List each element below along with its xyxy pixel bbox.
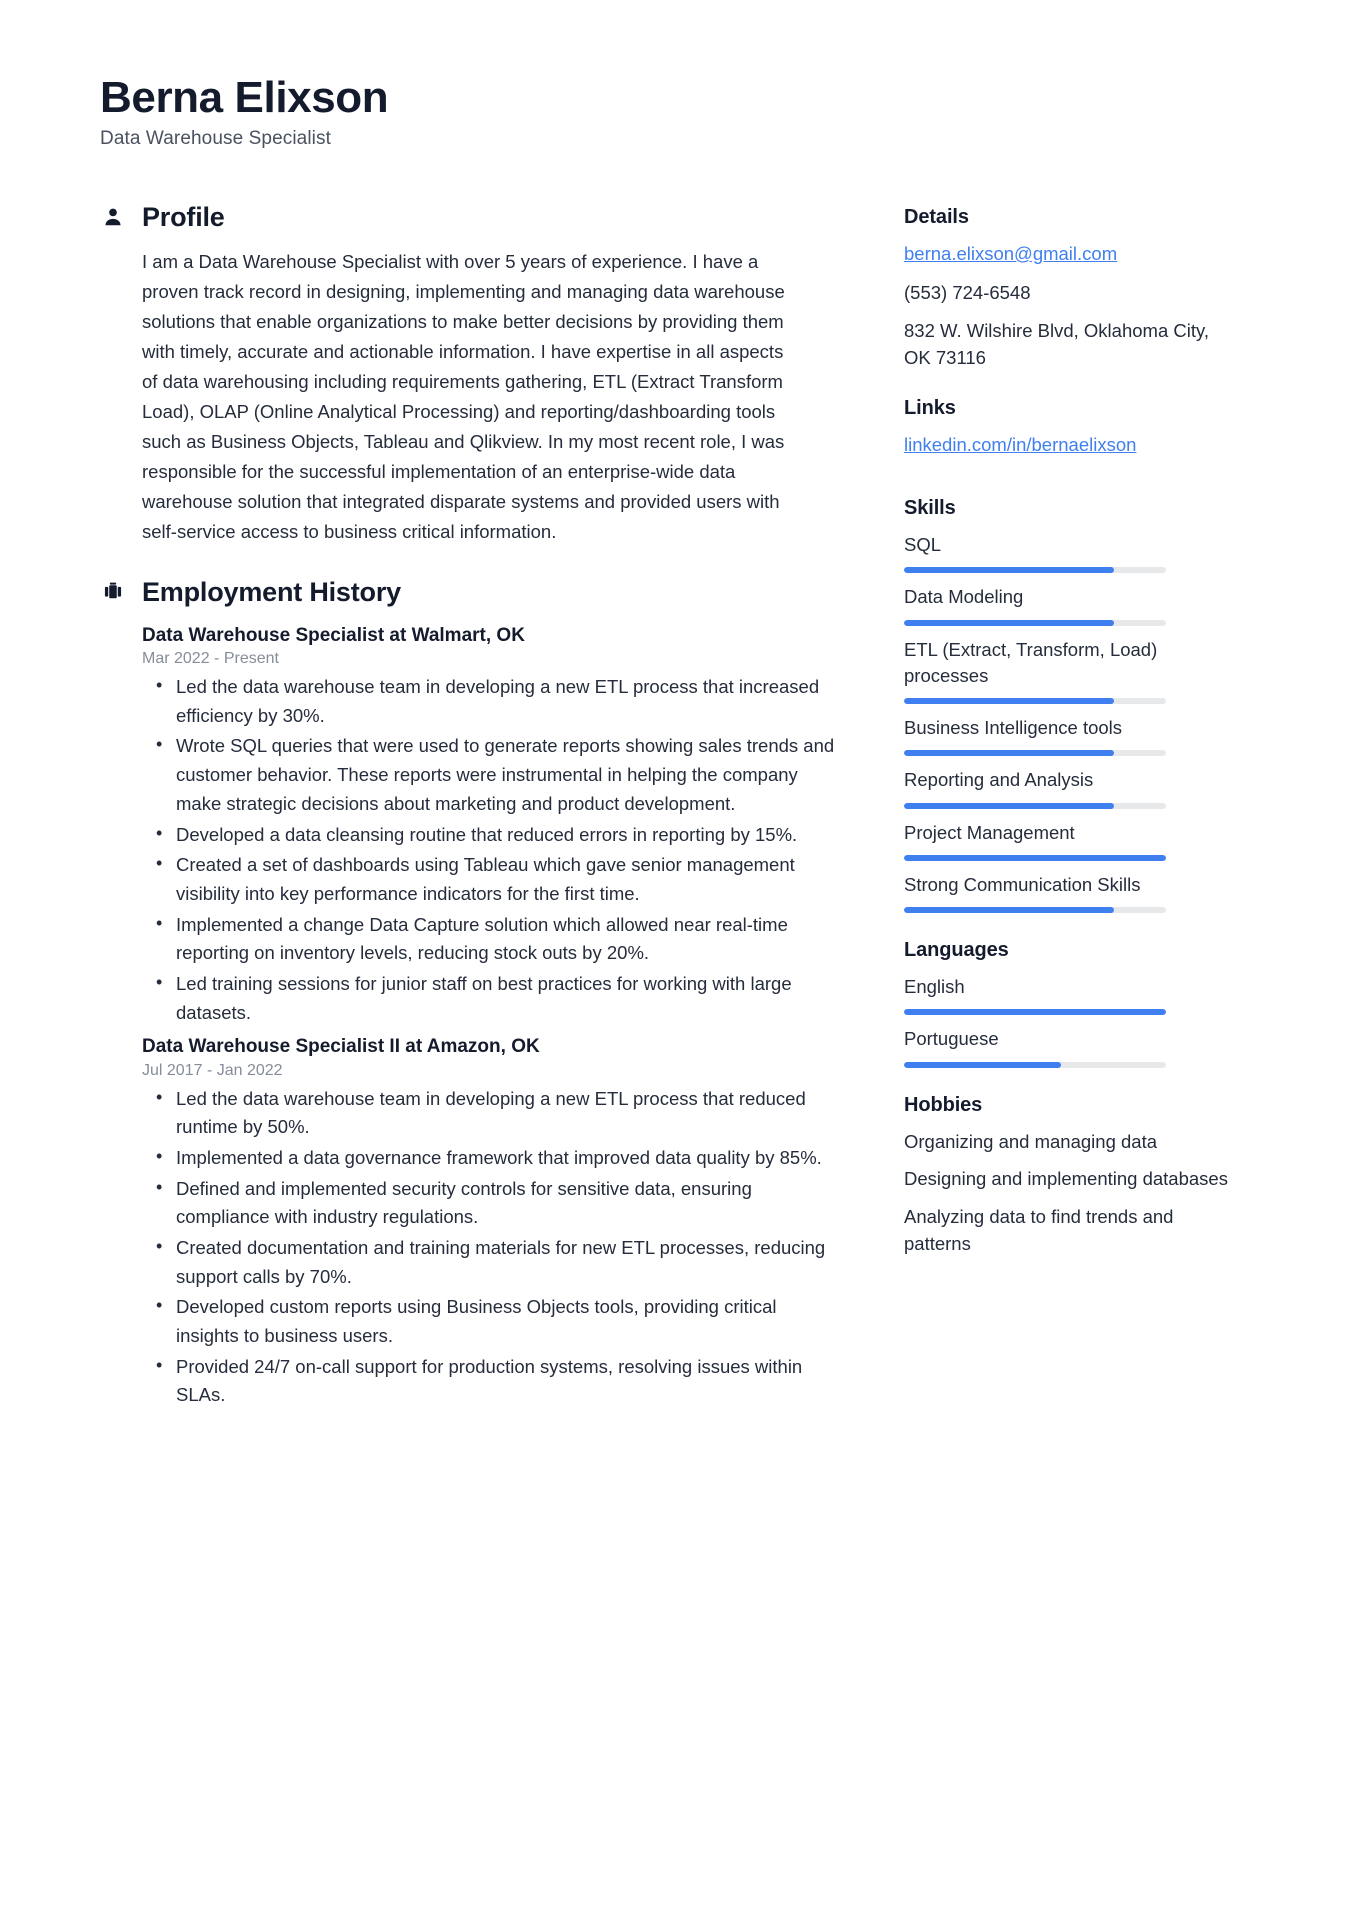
email-link[interactable]: berna.elixson@gmail.com xyxy=(904,241,1117,268)
job-list: Data Warehouse Specialist at Walmart, OK… xyxy=(100,622,840,1411)
job-bullet: Implemented a data governance framework … xyxy=(142,1143,840,1173)
employment-section: Employment History Data Warehouse Specia… xyxy=(100,577,840,1411)
job-bullet-list: Led the data warehouse team in developin… xyxy=(142,1084,840,1410)
details-heading: Details xyxy=(904,205,969,228)
language-label: Portuguese xyxy=(904,1028,999,1050)
skill-level-fill xyxy=(904,698,1114,705)
hobby-item: Analyzing data to find trends and patter… xyxy=(904,1205,1174,1254)
skill-label: Data Modeling xyxy=(904,586,1024,608)
skill-level-track xyxy=(904,567,1166,574)
skill-level-track xyxy=(904,802,1166,809)
job-date: Mar 2022 - Present xyxy=(142,650,279,668)
resume-page: Berna Elixson Data Warehouse Specialist … xyxy=(0,0,1366,1931)
job-entry: Data Warehouse Specialist II at Amazon, … xyxy=(142,1033,840,1410)
skill-level-fill xyxy=(904,567,1114,574)
language-level-fill xyxy=(904,1061,1062,1068)
job-bullet: Led the data warehouse team in developin… xyxy=(142,672,840,730)
linkedin-link[interactable]: linkedin.com/in/bernaelixson xyxy=(904,432,1136,459)
language-level-track xyxy=(904,1009,1166,1016)
hobbies-section: Hobbies Organizing and managing data Des… xyxy=(904,1094,1234,1258)
job-bullet: Led the data warehouse team in developin… xyxy=(142,1084,840,1142)
skill-item: ETL (Extract, Transform, Load) processes xyxy=(904,637,1234,705)
skill-item: Strong Communication Skills xyxy=(904,872,1234,914)
details-section: Details berna.elixson@gmail.com (553) 72… xyxy=(904,206,1234,372)
skill-label: ETL (Extract, Transform, Load) processes xyxy=(904,638,1158,686)
language-item: English xyxy=(904,974,1234,1016)
skill-label: Strong Communication Skills xyxy=(904,873,1141,895)
skill-level-fill xyxy=(904,750,1114,757)
sidebar-column: Details berna.elixson@gmail.com (553) 72… xyxy=(904,202,1234,1283)
hobbies-heading: Hobbies xyxy=(904,1093,983,1116)
profile-section-header: Profile xyxy=(100,202,840,233)
skill-label: SQL xyxy=(904,534,942,556)
job-bullet: Created a set of dashboards using Tablea… xyxy=(142,850,840,908)
address-text: 832 W. Wilshire Blvd, Oklahoma City, OK … xyxy=(904,320,1209,368)
employment-section-header: Employment History xyxy=(100,577,840,608)
resume-header: Berna Elixson Data Warehouse Specialist xyxy=(100,72,1282,150)
skill-level-track xyxy=(904,854,1166,861)
skills-section: Skills SQL Data Modeling ETL (Extract, T… xyxy=(904,497,1234,914)
skill-level-fill xyxy=(904,802,1114,809)
briefcase-icon xyxy=(100,579,126,605)
language-item: Portuguese xyxy=(904,1026,1234,1068)
language-level-fill xyxy=(904,1009,1166,1016)
skill-level-fill xyxy=(904,619,1114,626)
job-title: Data Warehouse Specialist II at Amazon, … xyxy=(142,1036,540,1058)
skill-item: Project Management xyxy=(904,820,1234,861)
job-bullet: Provided 24/7 on-call support for produc… xyxy=(142,1352,840,1410)
person-icon xyxy=(100,204,126,230)
job-entry: Data Warehouse Specialist at Walmart, OK… xyxy=(142,622,840,1028)
phone-text: (553) 724-6548 xyxy=(904,281,1031,303)
languages-section: Languages English Portuguese xyxy=(904,939,1234,1068)
main-column: Profile I am a Data Warehouse Specialist… xyxy=(100,202,840,1440)
skill-item: SQL xyxy=(904,532,1234,574)
hobby-item: Organizing and managing data xyxy=(904,1130,1158,1152)
hobby-item: Designing and implementing databases xyxy=(904,1168,1228,1190)
skill-label: Project Management xyxy=(904,821,1075,843)
skill-label: Reporting and Analysis xyxy=(904,769,1094,791)
job-bullet: Implemented a change Data Capture soluti… xyxy=(142,910,840,968)
skill-item: Reporting and Analysis xyxy=(904,767,1234,809)
job-date: Jul 2017 - Jan 2022 xyxy=(142,1061,283,1079)
skill-level-track xyxy=(904,698,1166,705)
profile-section: Profile I am a Data Warehouse Specialist… xyxy=(100,202,840,547)
skill-level-fill xyxy=(904,854,1166,861)
job-title: Data Warehouse Specialist at Walmart, OK xyxy=(142,624,525,646)
job-bullet: Wrote SQL queries that were used to gene… xyxy=(142,731,840,818)
skills-heading: Skills xyxy=(904,497,956,520)
job-bullet-list: Led the data warehouse team in developin… xyxy=(142,672,840,1027)
links-section: Links linkedin.com/in/bernaelixson xyxy=(904,397,1234,471)
skill-level-track xyxy=(904,907,1166,914)
job-bullet: Created documentation and training mater… xyxy=(142,1233,840,1291)
skill-level-track xyxy=(904,619,1166,626)
languages-heading: Languages xyxy=(904,939,1009,962)
language-label: English xyxy=(904,976,965,998)
job-bullet: Defined and implemented security control… xyxy=(142,1174,840,1232)
skill-label: Business Intelligence tools xyxy=(904,717,1123,739)
skill-level-fill xyxy=(904,907,1114,914)
profile-text: I am a Data Warehouse Specialist with ov… xyxy=(142,250,785,542)
skill-item: Data Modeling xyxy=(904,584,1234,626)
profile-heading: Profile xyxy=(142,201,225,232)
links-heading: Links xyxy=(904,397,956,420)
job-bullet: Developed a data cleansing routine that … xyxy=(142,820,840,850)
employment-heading: Employment History xyxy=(142,576,401,607)
language-level-track xyxy=(904,1061,1166,1068)
skill-item: Business Intelligence tools xyxy=(904,715,1234,757)
job-bullet: Led training sessions for junior staff o… xyxy=(142,969,840,1027)
skill-level-track xyxy=(904,750,1166,757)
job-bullet: Developed custom reports using Business … xyxy=(142,1292,840,1350)
candidate-name: Berna Elixson xyxy=(100,73,389,122)
resume-body: Profile I am a Data Warehouse Specialist… xyxy=(100,202,1282,1440)
candidate-job-title: Data Warehouse Specialist xyxy=(100,127,331,149)
